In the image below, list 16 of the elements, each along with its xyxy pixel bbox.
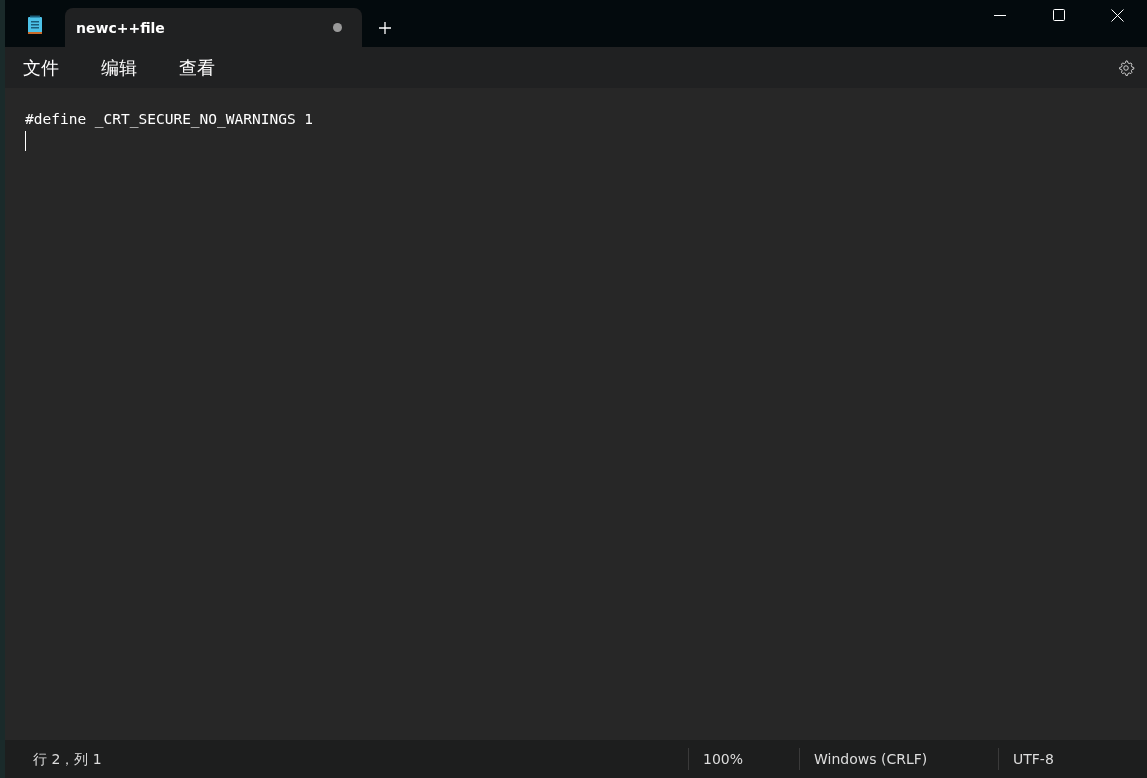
- menu-item[interactable]: 查看: [165, 51, 229, 84]
- settings-icon: [1117, 57, 1135, 78]
- notepad-icon: [27, 15, 43, 35]
- encoding: UTF-8: [998, 748, 1147, 770]
- text-cursor: [25, 131, 26, 151]
- line-ending: Windows (CRLF): [799, 748, 998, 770]
- document-tab[interactable]: newc++file: [65, 8, 362, 47]
- close-icon: [1111, 8, 1124, 22]
- tab-title: newc++file: [76, 19, 166, 36]
- zoom-level: 100%: [688, 748, 799, 770]
- menu-item[interactable]: 编辑: [87, 51, 151, 84]
- plus-icon: [378, 20, 392, 35]
- code-line: #define _CRT_SECURE_NO_WARNINGS 1: [25, 111, 314, 127]
- menu-item[interactable]: 文件: [9, 51, 73, 84]
- cursor-position: 行 2，列 1: [32, 750, 103, 769]
- maximize-icon: [1052, 9, 1065, 21]
